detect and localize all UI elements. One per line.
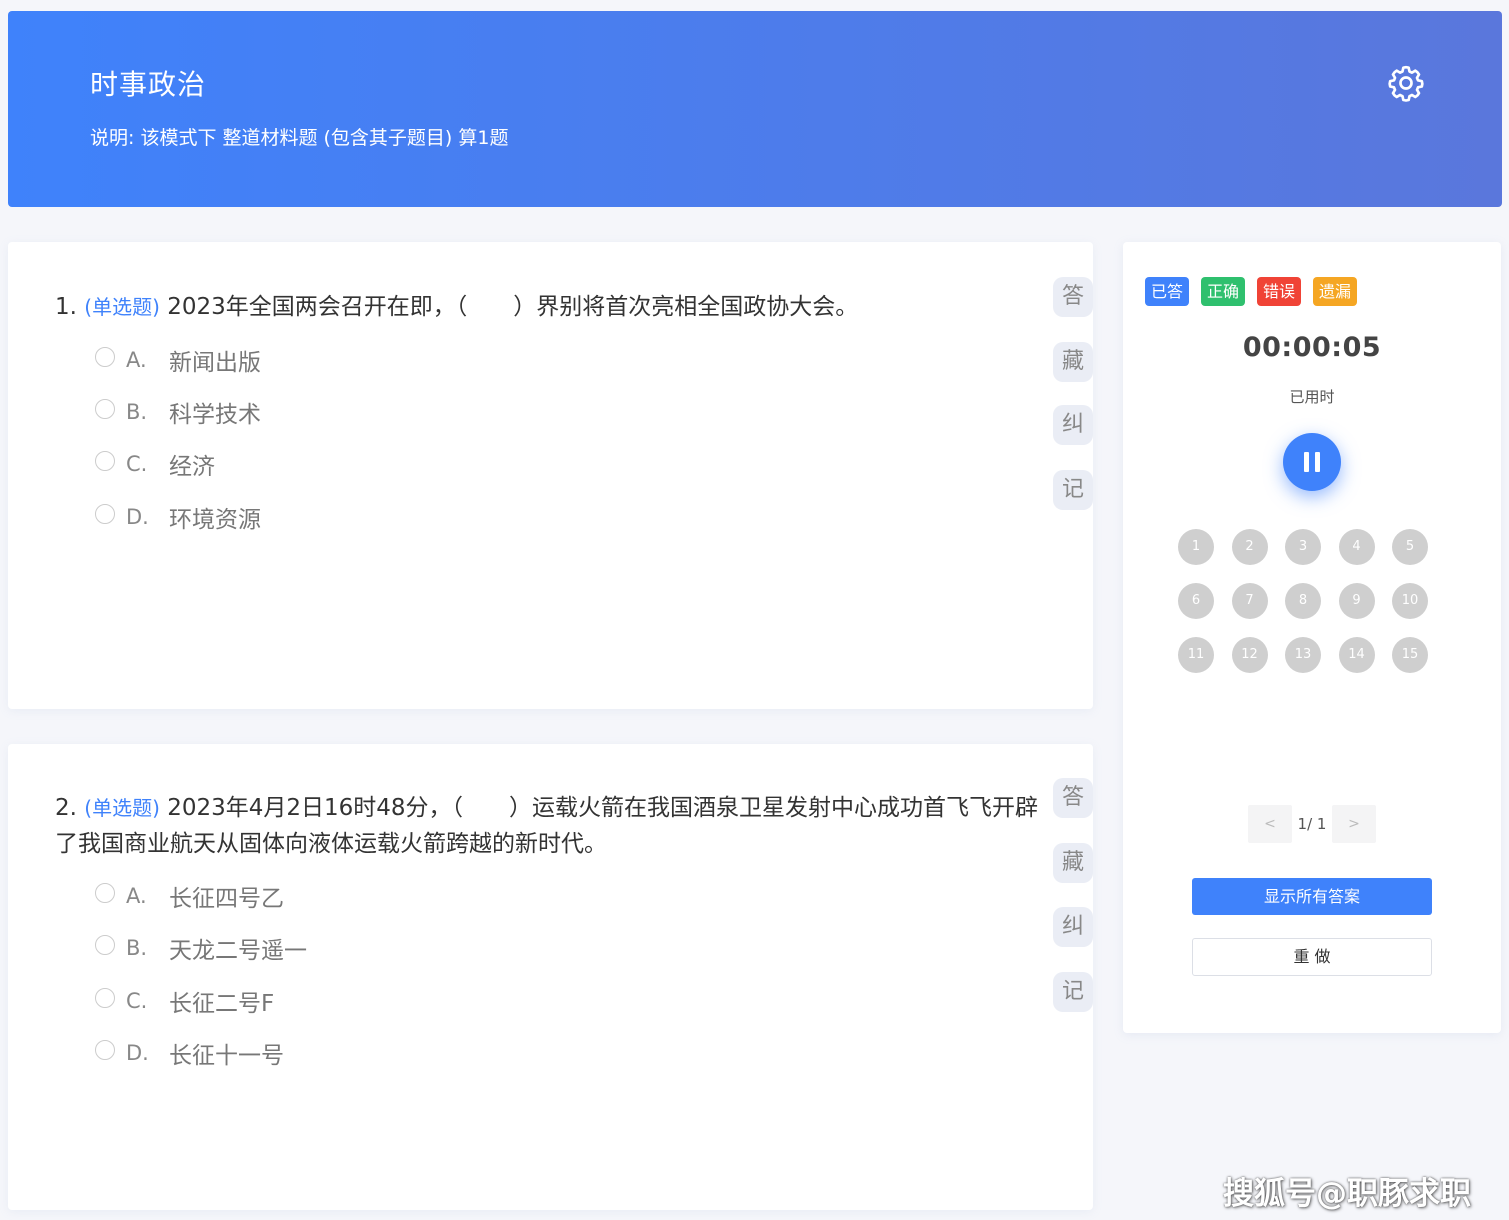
- question-nav-button[interactable]: 11: [1178, 637, 1214, 673]
- option-letter: D.: [126, 1041, 149, 1065]
- option-c[interactable]: C. 长征二号F: [95, 986, 275, 1017]
- question-nav-button[interactable]: 1: [1178, 529, 1214, 565]
- legend-missed: 遗漏: [1313, 277, 1358, 306]
- question-card-1: 1. (单选题) 2023年全国两会召开在即，（ ）界别将首次亮相全国政协大会。…: [8, 242, 1093, 709]
- option-b[interactable]: B. 科学技术: [95, 397, 261, 428]
- pause-button[interactable]: [1283, 433, 1341, 491]
- option-d[interactable]: D. 环境资源: [95, 502, 261, 533]
- question-nav-button[interactable]: 13: [1285, 637, 1321, 673]
- answer-sheet-panel: 已答 正确 错误 遗漏 00:00:05 已用时 1 2 3 4 5 6 7 8 9 10 11 12…: [1123, 242, 1501, 1033]
- radio-button[interactable]: [95, 347, 115, 367]
- question-text: 2. (单选题) 2023年4月2日16时48分，（ ）运载火箭在我国酒泉卫星发…: [55, 790, 1045, 862]
- question-nav-button[interactable]: 8: [1285, 583, 1321, 619]
- legend-correct: 正确: [1201, 277, 1246, 306]
- favorite-button[interactable]: 藏: [1053, 843, 1093, 883]
- pagination: < 1/ 1 >: [1248, 805, 1376, 843]
- question-card-2: 2. (单选题) 2023年4月2日16时48分，（ ）运载火箭在我国酒泉卫星发…: [8, 744, 1093, 1210]
- option-text: 经济: [169, 454, 215, 480]
- question-nav-button[interactable]: 4: [1338, 529, 1375, 565]
- legend-answered: 已答: [1145, 277, 1190, 306]
- option-d[interactable]: D. 长征十一号: [95, 1038, 284, 1069]
- option-letter: B.: [126, 936, 148, 960]
- question-nav-button[interactable]: 9: [1338, 583, 1375, 619]
- question-text: 1. (单选题) 2023年全国两会召开在即，（ ）界别将首次亮相全国政协大会。: [55, 289, 1045, 325]
- redo-button[interactable]: 重 做: [1192, 938, 1432, 976]
- question-nav-button[interactable]: 12: [1231, 637, 1268, 673]
- option-c[interactable]: C. 经济: [95, 449, 215, 480]
- timer-label: 已用时: [1289, 388, 1335, 406]
- option-text: 长征十一号: [169, 1043, 284, 1069]
- mode-description: 说明: 该模式下 整道材料题 (包含其子题目) 算1题: [90, 127, 509, 149]
- report-error-button[interactable]: 纠: [1053, 907, 1093, 947]
- status-legend: 已答 正确 错误 遗漏: [1145, 277, 1369, 306]
- option-text: 科学技术: [169, 402, 261, 428]
- next-page-button[interactable]: >: [1332, 805, 1376, 843]
- question-number: 1.: [55, 294, 77, 320]
- radio-button[interactable]: [95, 988, 115, 1008]
- question-nav-button[interactable]: 2: [1231, 529, 1268, 565]
- option-letter: C.: [126, 989, 148, 1013]
- radio-button[interactable]: [95, 1040, 115, 1060]
- radio-button[interactable]: [95, 399, 115, 419]
- radio-button[interactable]: [95, 504, 115, 524]
- answer-button[interactable]: 答: [1053, 778, 1093, 818]
- question-nav-button[interactable]: 6: [1178, 583, 1214, 619]
- option-text: 长征四号乙: [169, 886, 284, 912]
- radio-button[interactable]: [95, 935, 115, 955]
- question-nav-button[interactable]: 7: [1231, 583, 1268, 619]
- option-text: 天龙二号遥一: [169, 938, 307, 964]
- question-number-grid: 1 2 3 4 5 6 7 8 9 10 11 12 13 14 15: [1178, 529, 1448, 673]
- option-letter: D.: [126, 505, 149, 529]
- question-type: (单选题): [84, 295, 160, 319]
- elapsed-timer: 00:00:05: [1242, 332, 1382, 363]
- page-header: 时事政治 说明: 该模式下 整道材料题 (包含其子题目) 算1题: [8, 11, 1502, 207]
- question-stem: 2023年4月2日16时48分，（ ）运载火箭在我国酒泉卫星发射中心成功首飞飞开…: [55, 795, 1039, 857]
- question-nav-button[interactable]: 5: [1392, 529, 1428, 565]
- gear-icon[interactable]: [1386, 63, 1426, 103]
- option-letter: A.: [126, 884, 147, 908]
- option-letter: C.: [126, 452, 148, 476]
- report-error-button[interactable]: 纠: [1053, 405, 1093, 445]
- question-type: (单选题): [84, 796, 160, 820]
- page-indicator: 1/ 1: [1297, 815, 1327, 833]
- note-button[interactable]: 记: [1053, 972, 1093, 1012]
- watermark: 搜狐号@职豚求职: [1223, 1176, 1471, 1212]
- legend-wrong: 错误: [1257, 277, 1302, 306]
- question-stem: 2023年全国两会召开在即，（ ）界别将首次亮相全国政协大会。: [167, 294, 859, 320]
- show-all-answers-button[interactable]: 显示所有答案: [1192, 878, 1432, 915]
- radio-button[interactable]: [95, 451, 115, 471]
- prev-page-button[interactable]: <: [1248, 805, 1292, 843]
- note-button[interactable]: 记: [1053, 470, 1093, 510]
- question-nav-button[interactable]: 15: [1392, 637, 1428, 673]
- answer-button[interactable]: 答: [1053, 277, 1093, 317]
- question-number: 2.: [55, 795, 77, 821]
- page-title: 时事政治: [90, 68, 207, 101]
- question-nav-button[interactable]: 3: [1285, 529, 1321, 565]
- option-letter: B.: [126, 400, 148, 424]
- option-text: 长征二号F: [169, 991, 275, 1017]
- question-nav-button[interactable]: 10: [1392, 583, 1428, 619]
- option-a[interactable]: A. 新闻出版: [95, 345, 261, 376]
- option-letter: A.: [126, 348, 147, 372]
- radio-button[interactable]: [95, 883, 115, 903]
- option-b[interactable]: B. 天龙二号遥一: [95, 933, 307, 964]
- question-nav-button[interactable]: 14: [1338, 637, 1375, 673]
- option-a[interactable]: A. 长征四号乙: [95, 881, 284, 912]
- option-text: 新闻出版: [169, 350, 261, 376]
- option-text: 环境资源: [169, 507, 261, 533]
- favorite-button[interactable]: 藏: [1053, 342, 1093, 382]
